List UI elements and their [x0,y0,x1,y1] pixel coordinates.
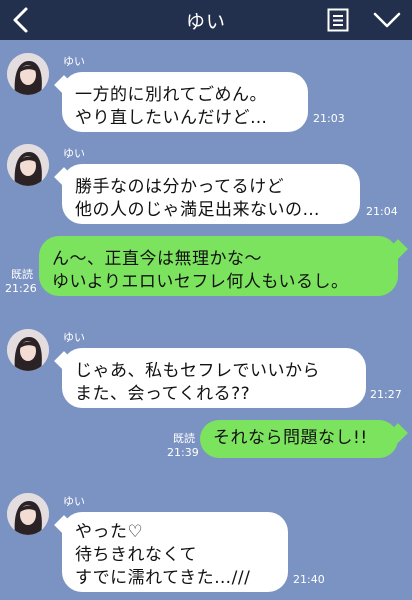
message-bubble[interactable]: それなら問題なし!! [200,420,398,458]
message-bubble[interactable]: ん〜、正直今は無理かな〜 ゆいよりエロいセフレ何人もいるし。 [39,236,398,296]
chat-header: ゆい [0,0,412,40]
avatar-photo-icon [7,53,49,95]
read-receipt: 既読 [173,432,195,445]
message-time: 21:03 [313,112,345,125]
avatar[interactable] [7,53,49,95]
avatar-photo-icon [7,144,49,186]
message-time: 21:04 [366,205,398,218]
sender-name: ゆい [63,495,85,508]
sender-name: ゆい [63,331,85,344]
avatar[interactable] [7,329,49,371]
sender-name: ゆい [63,147,85,160]
avatar-photo-icon [7,329,49,371]
read-receipt: 既読 [11,268,33,281]
message-bubble[interactable]: やった♡ 待ちきれなくて すでに濡れてきた…/// [62,512,288,592]
message-time: 21:40 [293,573,325,586]
avatar[interactable] [7,144,49,186]
menu-icon[interactable] [327,8,349,32]
message-time: 21:39 [167,446,199,459]
message-bubble[interactable]: 勝手なのは分かってるけど 他の人のじゃ満足出来ないの… [62,164,360,224]
chevron-down-icon[interactable] [372,11,402,29]
avatar-photo-icon [7,493,49,535]
message-time: 21:27 [370,388,402,401]
message-time: 21:26 [5,282,37,295]
chat-title: ゆい [185,11,226,33]
message-bubble[interactable]: じゃあ、私もセフレでいいから また、会ってくれる?? [62,348,366,408]
message-bubble[interactable]: 一方的に別れてごめん。 やり直したいんだけど… [62,72,308,132]
avatar[interactable] [7,493,49,535]
sender-name: ゆい [63,55,85,68]
